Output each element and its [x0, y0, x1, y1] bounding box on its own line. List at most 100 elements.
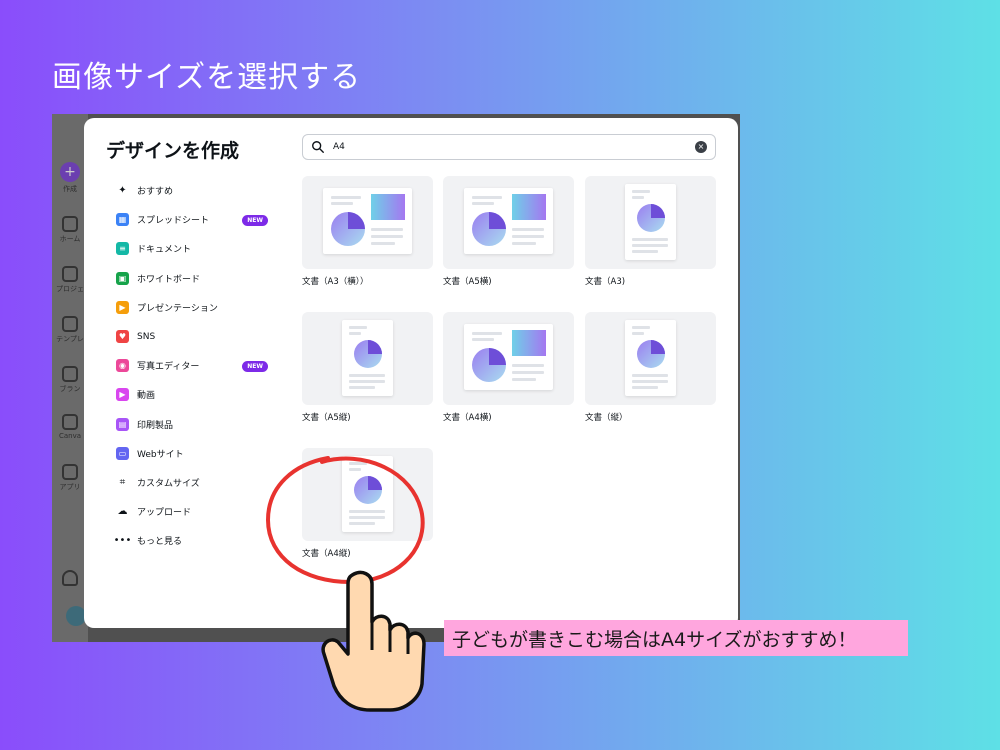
- bell-icon: [62, 570, 78, 586]
- text-line: [632, 326, 650, 329]
- sidebar-item-label: Webサイト: [137, 449, 184, 460]
- rail-label: テンプレ: [56, 335, 84, 343]
- text-line: [632, 238, 668, 241]
- text-line: [472, 196, 502, 199]
- sidebar-item-label: カスタムサイズ: [137, 478, 200, 489]
- result-thumbnail[interactable]: [443, 176, 574, 269]
- pie-chart-graphic: [472, 212, 506, 246]
- result-thumbnail[interactable]: [302, 176, 433, 269]
- sidebar-item-label: ホワイトボード: [137, 274, 201, 285]
- gradient-block: [512, 194, 546, 220]
- text-line: [472, 338, 494, 341]
- rail-label: 作成: [63, 185, 77, 193]
- clear-search-icon[interactable]: ×: [695, 141, 707, 153]
- sidebar-item-label: アップロード: [137, 508, 192, 519]
- printer-icon: ▤: [116, 417, 129, 431]
- home-icon: [62, 216, 78, 232]
- gradient-block: [371, 194, 405, 220]
- text-line: [632, 374, 668, 377]
- sidebar-item-label: スプレッドシート: [137, 216, 210, 227]
- camera-icon: ◉: [116, 359, 129, 373]
- pie-chart-graphic: [472, 348, 506, 382]
- document-preview: [342, 320, 393, 396]
- result-thumbnail[interactable]: [302, 312, 433, 405]
- sidebar-item-label: 動画: [137, 391, 156, 402]
- pie-chart-graphic: [637, 204, 665, 232]
- sidebar-item[interactable]: ▦ スプレッドシート NEW: [116, 205, 276, 234]
- pie-chart-graphic: [331, 212, 365, 246]
- sidebar-item[interactable]: ≡ ドキュメント: [116, 234, 276, 263]
- text-line: [632, 244, 668, 247]
- text-line: [472, 332, 502, 335]
- sidebar-item[interactable]: ☁ アップロード: [116, 497, 276, 526]
- rail-item-create: + 作成: [52, 162, 88, 194]
- text-line: [632, 250, 658, 253]
- more-dots-icon: •••: [113, 535, 132, 547]
- result-thumbnail[interactable]: [443, 312, 574, 405]
- document-preview: [323, 188, 412, 254]
- design-result-card[interactable]: 文書（A5横): [443, 176, 574, 287]
- sidebar-item[interactable]: ⌗ カスタムサイズ: [116, 468, 276, 497]
- sidebar-item[interactable]: ••• もっと見る: [113, 526, 276, 555]
- design-result-card[interactable]: 文書（A5縦): [302, 312, 433, 423]
- rail-item-projects: プロジェ: [52, 266, 88, 294]
- text-line: [349, 374, 385, 377]
- custom-size-icon: ⌗: [119, 476, 126, 488]
- design-type-sidebar: ✦ おすすめ ▦ スプレッドシート NEW ≡ ドキュメント ▣ ホワイトボード ▶ プレゼンテーシ…: [113, 176, 276, 555]
- rail-item-apps: アプリ: [52, 464, 88, 492]
- design-result-card[interactable]: 文書（A3): [585, 176, 716, 287]
- sidebar-item[interactable]: ▭ Webサイト: [116, 439, 276, 468]
- text-line: [632, 190, 650, 193]
- design-result-card[interactable]: 文書（A4横): [443, 312, 574, 423]
- folder-icon: [62, 266, 78, 282]
- text-line: [349, 326, 367, 329]
- text-line: [349, 380, 385, 383]
- document-preview: [464, 188, 553, 254]
- result-label: 文書（A3): [585, 277, 626, 287]
- new-badge: NEW: [242, 361, 268, 373]
- text-line: [349, 332, 361, 335]
- avatar: [66, 606, 86, 626]
- pointing-hand-icon: [321, 570, 426, 712]
- text-line: [349, 386, 375, 389]
- modal-title: デザインを作成: [106, 140, 240, 162]
- sidebar-item[interactable]: ▶ 動画: [116, 380, 276, 409]
- sidebar-item[interactable]: ▣ ホワイトボード: [116, 264, 276, 293]
- template-icon: [62, 316, 78, 332]
- gradient-block: [512, 330, 546, 356]
- sidebar-item-label: ドキュメント: [137, 245, 192, 256]
- rail-item-home: ホーム: [52, 216, 88, 244]
- text-line: [331, 202, 353, 205]
- text-line: [632, 386, 658, 389]
- sidebar-item[interactable]: ▶ プレゼンテーション: [116, 293, 276, 322]
- rail-item-notifications: [52, 570, 88, 588]
- sidebar-item[interactable]: ▤ 印刷製品: [116, 410, 276, 439]
- rail-label: ホーム: [59, 235, 81, 243]
- result-thumbnail[interactable]: [585, 176, 716, 269]
- result-thumbnail[interactable]: [585, 312, 716, 405]
- document-preview: [625, 184, 676, 260]
- text-line: [512, 235, 544, 238]
- apps-icon: [62, 464, 78, 480]
- document-preview: [464, 324, 553, 390]
- sparkle-icon: [62, 414, 78, 430]
- sidebar-item[interactable]: ✦ おすすめ: [116, 176, 276, 205]
- video-icon: ▶: [116, 388, 129, 402]
- text-line: [472, 202, 494, 205]
- text-line: [371, 235, 403, 238]
- text-line: [512, 378, 536, 381]
- sidebar-item[interactable]: ◉ 写真エディター NEW: [116, 351, 276, 380]
- highlight-circle: [265, 456, 425, 585]
- rail-item-brand: ブラン: [52, 366, 88, 394]
- sidebar-item-label: SNS: [137, 331, 156, 342]
- result-label: 文書（A5縦): [302, 413, 351, 423]
- document-icon: ≡: [116, 242, 129, 256]
- rail-label: Canva: [58, 432, 82, 440]
- search-value[interactable]: A4: [333, 142, 695, 152]
- sidebar-item[interactable]: ♥ SNS: [116, 322, 276, 351]
- search-input[interactable]: A4 ×: [302, 134, 716, 160]
- result-label: 文書（A3（横））: [302, 277, 369, 287]
- design-result-card[interactable]: 文書（A3（横））: [302, 176, 433, 287]
- design-result-card[interactable]: 文書（縦）: [585, 312, 716, 423]
- pie-chart-graphic: [354, 340, 382, 368]
